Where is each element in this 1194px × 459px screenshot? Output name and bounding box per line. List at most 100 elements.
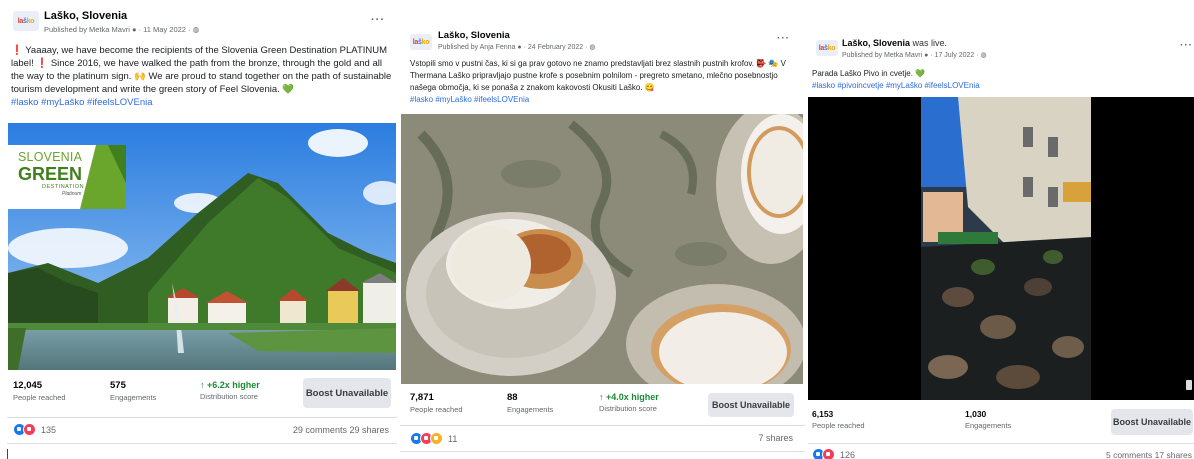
stat-distribution: ↑ +6.2x higher Distribution score (200, 380, 260, 401)
page-avatar[interactable]: la š ko (410, 34, 432, 50)
stat-reach: 12,045 People reached (13, 380, 66, 402)
post-image[interactable] (401, 114, 803, 384)
post-hashtags[interactable]: #lasko #pivoincvetje #myLaško #ifeelsLOV… (812, 81, 980, 90)
post-image[interactable]: SLOVENIA GREEN DESTINATION Platinum (8, 123, 396, 370)
post-card-2: la š ko Laško, Slovenia Published by Anja … (400, 0, 805, 459)
shares-count[interactable]: 29 shares (349, 425, 389, 435)
post-hashtags[interactable]: #lasko #myLaško #ifeelsLOVEnia (410, 95, 529, 104)
stat-label: Distribution score (599, 404, 657, 413)
published-by: Published by Metka Mavri (44, 25, 130, 34)
stat-engagements: 88 Engagements (507, 392, 553, 414)
slovenia-green-badge: SLOVENIA GREEN DESTINATION Platinum (18, 151, 98, 197)
info-icon: ● (131, 25, 137, 34)
post-body: Vstopili smo v pustni čas, ki si ga prav… (410, 59, 786, 92)
post-hashtags[interactable]: #lasko #myLaško #ifeelsLOVEnia (11, 97, 153, 108)
stat-label: Engagements (507, 405, 554, 414)
post-meta: Published by Metka Mavri ● · 11 May 2022… (44, 25, 200, 34)
page-avatar[interactable]: la š ko (13, 11, 39, 31)
comments-shares[interactable]: 29 comments 29 shares (293, 425, 389, 435)
published-by: Published by Anja Fenna (438, 44, 516, 51)
reaction-count: 135 (41, 424, 57, 435)
post-card-3: la š ko Laško, Slovenia was live. Publishe… (808, 0, 1194, 459)
more-options-icon[interactable]: ··· (777, 33, 790, 44)
reaction-count: 11 (448, 433, 458, 444)
post-meta: Published by Anja Fenna ● · 24 February … (438, 44, 596, 51)
stat-label: Engagements (965, 421, 1012, 430)
comments-count[interactable]: 29 comments (293, 425, 347, 435)
post-body: ❗ Yaaaay, we have become the recipients … (11, 45, 392, 95)
badge-line-2: GREEN (18, 163, 83, 184)
divider (7, 417, 397, 418)
divider (7, 443, 397, 444)
page-name[interactable]: Laško, Slovenia (44, 10, 127, 22)
boost-button[interactable]: Boost Unavailable (303, 378, 391, 408)
boost-button[interactable]: Boost Unavailable (708, 393, 794, 417)
divider (808, 443, 1194, 444)
stat-value: 6,153 (812, 409, 834, 419)
badge-line-1: SLOVENIA (18, 150, 83, 164)
post-card-1: la š ko Laško, Slovenia Published by Metka… (7, 0, 397, 459)
logo-text-3: ko (421, 38, 430, 46)
divider (400, 451, 805, 452)
stat-value: 12,045 (13, 380, 43, 391)
post-body: Parada Laško Pivo in cvetje. 💚 (812, 69, 926, 78)
stat-value: 575 (110, 380, 126, 391)
badge-line-3: DESTINATION (42, 183, 85, 190)
live-video[interactable] (808, 97, 1194, 400)
boost-button[interactable]: Boost Unavailable (1111, 409, 1193, 435)
stat-label: Engagements (110, 393, 157, 402)
page-name-text[interactable]: Laško, Slovenia (842, 38, 910, 48)
love-reaction-icon (822, 448, 835, 459)
stat-value: 1,030 (965, 409, 987, 419)
post-date[interactable]: 17 July 2022 (935, 52, 975, 59)
logo-text-3: ko (827, 44, 836, 52)
shares-count[interactable]: 7 shares (758, 433, 793, 443)
donuts-illustration (401, 114, 803, 384)
live-status: was live. (910, 38, 948, 48)
stat-label: Distribution score (200, 392, 258, 401)
text-cursor (7, 449, 8, 459)
comments-count[interactable]: 5 comments (1106, 450, 1152, 459)
stat-distribution: ↑ +4.0x higher Distribution score (599, 392, 659, 413)
badge-line-4: Platinum (62, 191, 82, 197)
more-options-icon[interactable]: ··· (1180, 40, 1193, 51)
page-avatar[interactable]: la š ko (816, 40, 838, 56)
post-date[interactable]: 11 May 2022 (143, 25, 186, 34)
globe-icon: ◍ (589, 44, 596, 51)
stat-reach: 6,153 People reached (812, 409, 865, 430)
stat-engagements: 1,030 Engagements (965, 409, 1011, 430)
volume-icon[interactable] (1186, 380, 1192, 390)
stat-value: 88 (507, 392, 518, 403)
reactions-summary[interactable]: 11 (410, 432, 457, 445)
reactions-summary[interactable]: 126 (812, 448, 855, 459)
stat-value: ↑ +4.0x higher (599, 392, 659, 402)
page-name[interactable]: Laško, Slovenia (438, 30, 510, 41)
parade-video-frame (808, 97, 1194, 400)
post-text: ❗ Yaaaay, we have become the recipients … (11, 44, 395, 109)
published-by: Published by Metka Mavri (842, 52, 923, 59)
stat-value: 7,871 (410, 392, 434, 403)
page-name[interactable]: Laško, Slovenia was live. (842, 38, 947, 48)
stat-label: People reached (812, 421, 865, 430)
post-date[interactable]: 24 February 2022 (528, 44, 583, 51)
love-reaction-icon (23, 423, 36, 436)
logo-text-3: ko (26, 17, 35, 25)
stat-label: People reached (410, 405, 463, 414)
post-text: Vstopili smo v pustni čas, ki si ga prav… (410, 58, 802, 106)
stat-label: People reached (13, 393, 66, 402)
info-icon: ● (517, 44, 522, 51)
reaction-count: 126 (840, 449, 856, 459)
shares-count[interactable]: 17 shares (1155, 450, 1192, 459)
more-options-icon[interactable]: ··· (371, 14, 385, 26)
stat-reach: 7,871 People reached (410, 392, 463, 414)
reactions-summary[interactable]: 135 (13, 423, 56, 436)
divider (400, 425, 805, 426)
comments-shares[interactable]: 7 shares (758, 433, 793, 443)
info-icon: ● (924, 52, 929, 59)
globe-icon: ◍ (980, 52, 987, 59)
stat-engagements: 575 Engagements (110, 380, 156, 402)
globe-icon: ◍ (192, 25, 200, 34)
wow-reaction-icon (430, 432, 443, 445)
stat-value: ↑ +6.2x higher (200, 380, 260, 390)
comments-shares[interactable]: 5 comments 17 shares (1106, 450, 1192, 459)
